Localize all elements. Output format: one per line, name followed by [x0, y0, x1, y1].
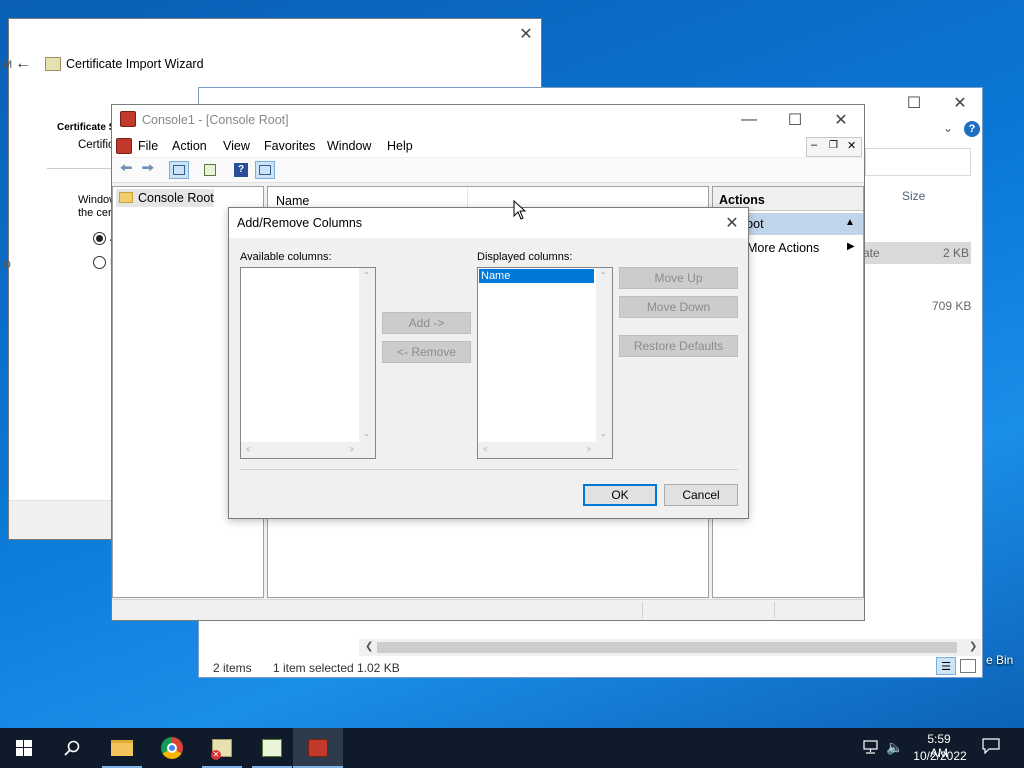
explorer-help-icon[interactable]: ?: [964, 121, 980, 137]
displayed-columns-list[interactable]: Name ⌃ ⌄ < >: [477, 267, 613, 459]
explorer-file1-size: 2 KB: [943, 246, 970, 260]
displayed-hscroll[interactable]: < >: [478, 442, 596, 458]
menu-help[interactable]: Help: [387, 135, 413, 157]
explorer-file-type-fragment: ate: [863, 246, 880, 260]
wizard-left-letter-1: M: [3, 59, 13, 71]
mouse-cursor-icon: [513, 200, 527, 220]
start-windows-icon[interactable]: [0, 728, 48, 768]
recycle-bin-label: e Bin: [986, 653, 1014, 667]
console-close-icon[interactable]: ✕: [818, 105, 864, 135]
displayed-columns-label: Displayed columns:: [477, 251, 573, 263]
volume-icon[interactable]: 🔈: [886, 739, 903, 756]
wizard-subheading: Certific: [78, 139, 114, 151]
move-up-button[interactable]: Move Up: [619, 267, 738, 289]
name-column-header-label: Name: [276, 194, 310, 208]
menu-action[interactable]: Action: [172, 135, 207, 157]
console-minimize-icon[interactable]: —: [726, 105, 772, 135]
dialog-separator: [240, 469, 738, 470]
ok-button[interactable]: OK: [583, 484, 657, 506]
available-columns-list[interactable]: ⌃ ⌄ < >: [240, 267, 376, 459]
wizard-cert-icon: [45, 57, 61, 71]
add-remove-columns-dialog: Add/Remove Columns ✕ Available columns: …: [228, 207, 749, 519]
mmc-taskbar-icon[interactable]: [293, 728, 343, 768]
show-hide-console-tree-icon[interactable]: [169, 161, 189, 179]
console-menubar: File Action View Favorites Window Help –…: [112, 135, 864, 157]
file-explorer-taskbar-icon[interactable]: [98, 728, 146, 768]
chrome-taskbar-icon[interactable]: [148, 728, 196, 768]
console-maximize-icon[interactable]: ☐: [772, 105, 818, 135]
available-columns-label: Available columns:: [240, 251, 332, 263]
large-icons-view-icon[interactable]: [960, 659, 976, 673]
export-list-icon[interactable]: [200, 161, 220, 179]
explorer-expand-chevron-icon[interactable]: ⌄: [943, 121, 953, 135]
taskbar: ✕ 🔈 5:59 AM 10/2/2022: [0, 728, 1024, 768]
show-hide-action-pane-icon[interactable]: [255, 161, 275, 179]
folder-icon: [119, 192, 133, 203]
explorer-horizontal-scrollbar[interactable]: ❮ ❯: [359, 639, 981, 656]
add-button[interactable]: Add ->: [382, 312, 471, 334]
back-arrow-icon[interactable]: 🠨: [116, 160, 136, 179]
notification-icon[interactable]: [982, 738, 1000, 755]
actions-header-label: Actions: [719, 193, 765, 207]
wizard-heading: Certificate S: [57, 122, 116, 133]
move-down-button[interactable]: Move Down: [619, 296, 738, 318]
console-toolbar: 🠨 🠪 ?: [112, 158, 864, 183]
explorer-close-icon[interactable]: ✕: [937, 88, 983, 118]
console-title: Console1 - [Console Root]: [142, 113, 289, 127]
details-view-icon[interactable]: ☰: [936, 657, 956, 675]
wizard-text-line2: the cer: [78, 207, 112, 219]
forward-arrow-icon[interactable]: 🠪: [138, 160, 158, 179]
dialog-close-icon[interactable]: ✕: [709, 208, 755, 238]
child-minimize-icon[interactable]: –: [811, 139, 817, 151]
menu-favorites[interactable]: Favorites: [264, 135, 315, 157]
wizard-title: Certificate Import Wizard: [66, 57, 204, 71]
certificate-manager-taskbar-icon[interactable]: ✕: [198, 728, 246, 768]
explorer-status-size: 1.02 KB: [357, 661, 400, 675]
menu-window[interactable]: Window: [327, 135, 371, 157]
clock-date[interactable]: 10/2/2022: [911, 749, 969, 763]
certificate-wizard-taskbar-icon[interactable]: [248, 728, 296, 768]
console-root-tree-item[interactable]: Console Root: [116, 189, 214, 207]
displayed-vscroll[interactable]: ⌃ ⌄: [596, 268, 612, 442]
help-icon[interactable]: ?: [231, 161, 251, 179]
wizard-radio-1[interactable]: [93, 232, 106, 245]
console-root-label: Console Root: [138, 191, 214, 205]
more-actions-label: More Actions: [747, 241, 820, 255]
explorer-status-items: 2 items: [213, 661, 252, 675]
available-vscroll[interactable]: ⌃ ⌄: [359, 268, 375, 442]
explorer-file2-size: 709 KB: [932, 299, 972, 313]
explorer-status-selected: 1 item selected: [273, 661, 354, 675]
explorer-size-header[interactable]: Size: [902, 189, 925, 203]
submenu-arrow-icon: ▶: [847, 241, 855, 252]
available-hscroll[interactable]: < >: [241, 442, 359, 458]
search-icon[interactable]: [48, 728, 96, 768]
cancel-button[interactable]: Cancel: [664, 484, 738, 506]
menu-view[interactable]: View: [223, 135, 250, 157]
child-close-icon[interactable]: ✕: [847, 139, 856, 152]
menu-file[interactable]: File: [138, 135, 158, 157]
wizard-back-icon[interactable]: ←: [15, 55, 31, 73]
mmc-doc-icon: [116, 138, 132, 154]
child-restore-icon[interactable]: ❐: [829, 140, 838, 151]
explorer-maximize-icon[interactable]: ☐: [891, 88, 937, 118]
console-statusbar: [112, 599, 864, 620]
dialog-title: Add/Remove Columns: [237, 216, 363, 230]
displayed-item-name[interactable]: Name: [478, 268, 595, 284]
mmc-app-icon: [120, 111, 136, 127]
network-icon[interactable]: [862, 740, 880, 754]
remove-button[interactable]: <- Remove: [382, 341, 471, 363]
wizard-close-icon[interactable]: ✕: [503, 19, 549, 49]
wizard-radio-2[interactable]: [93, 256, 106, 269]
child-window-controls: – ❐ ✕: [806, 137, 862, 157]
restore-defaults-button[interactable]: Restore Defaults: [619, 335, 738, 357]
collapse-triangle-icon: ▲: [845, 217, 855, 228]
explorer-search-box[interactable]: [865, 148, 971, 176]
wizard-left-letter-2: D: [3, 259, 11, 271]
